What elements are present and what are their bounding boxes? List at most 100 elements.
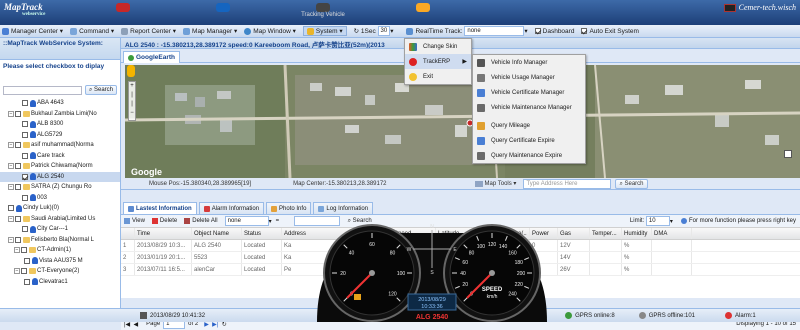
vehicle-icon-blue[interactable] [196, 3, 250, 20]
tree-item[interactable]: − Saudi Arabia(Limited Us [0, 214, 120, 225]
tree-item[interactable]: − asif muhammad(Norma [0, 140, 120, 151]
menu-exit[interactable]: Exit [405, 69, 471, 84]
dashboard-toggle[interactable]: Dashboard [534, 28, 574, 35]
tree-item[interactable]: ALG5729 [0, 130, 120, 141]
expand-icon[interactable]: − [8, 142, 14, 149]
expand-icon[interactable]: − [8, 184, 14, 191]
expand-icon[interactable]: − [8, 236, 14, 243]
left-search-button[interactable]: ⌕ Search [84, 85, 117, 95]
tree-item[interactable]: Care track [0, 151, 120, 162]
column-header[interactable]: Gas [558, 228, 590, 239]
tree-checkbox[interactable] [15, 236, 21, 243]
tree-item[interactable]: − CT-Admin(1) [0, 245, 120, 256]
vehicle-icon [30, 225, 36, 233]
tree-checkbox[interactable] [22, 194, 28, 201]
refresh-control[interactable]: ↻ 1Sec 30 ▾ [354, 26, 393, 36]
tree-checkbox[interactable] [21, 268, 27, 275]
tree-item-label: CT-Everyone(2) [37, 268, 80, 274]
menu-change-skin[interactable]: Change Skin [405, 39, 471, 54]
expand-icon[interactable]: − [8, 215, 14, 222]
tree-checkbox[interactable] [21, 247, 27, 254]
tree-item[interactable]: − Patrick Chiwama(Norm [0, 161, 120, 172]
tree-item[interactable]: 003 [0, 193, 120, 204]
expand-icon[interactable]: − [14, 268, 20, 275]
tree-item[interactable]: ALG 2540 [0, 171, 120, 182]
address-search-button[interactable]: ⌕ Search [615, 178, 648, 189]
limit-select[interactable]: 10 [645, 216, 670, 226]
refresh-select[interactable]: 30 [377, 26, 391, 36]
menu-manager-center[interactable]: Manager Center ▾ [2, 27, 63, 35]
tree-checkbox[interactable] [15, 110, 21, 117]
zoom-control[interactable]: + | | − [128, 81, 136, 121]
tree-checkbox[interactable] [22, 121, 28, 128]
expand-icon[interactable]: − [8, 110, 14, 117]
tree-checkbox[interactable] [24, 278, 30, 285]
expand-icon[interactable]: − [14, 247, 20, 254]
tree-checkbox[interactable] [24, 257, 30, 264]
menu-trackerp[interactable]: TrackERP ▶ [405, 54, 471, 69]
column-header[interactable]: Temper... [590, 228, 622, 239]
tree-checkbox[interactable] [22, 152, 28, 159]
realtime-select[interactable]: none [464, 26, 525, 36]
alarm-count[interactable]: Alarm:1 [725, 312, 756, 319]
auto-exit-toggle[interactable]: Auto Exit System [581, 28, 639, 35]
submenu-item[interactable]: Vehicle Info Manager [473, 55, 585, 70]
menu-report-center[interactable]: Report Center ▾ [121, 27, 176, 35]
vehicle-icon-tracking[interactable]: Tracking Vehicle [296, 3, 350, 20]
tree-checkbox[interactable] [15, 163, 21, 170]
filter-select[interactable]: none [224, 216, 269, 226]
tree-item[interactable]: − Felisberto Bla(Normal L [0, 235, 120, 246]
tree-checkbox[interactable] [15, 142, 21, 149]
menu-system[interactable]: System ▾ [302, 26, 347, 36]
column-header[interactable]: Object Name [192, 228, 242, 239]
tree-checkbox[interactable] [15, 184, 21, 191]
address-input[interactable]: Type Address Here [523, 178, 612, 189]
tree-item[interactable]: City Car---1 [0, 224, 120, 235]
expand-icon[interactable]: − [8, 163, 14, 170]
column-header[interactable]: DMA [652, 228, 692, 239]
menu-command[interactable]: Command ▾ [70, 27, 114, 35]
tree-checkbox[interactable] [22, 226, 28, 233]
tree-checkbox[interactable] [22, 131, 28, 138]
tree-item[interactable]: Cindy Luk)(0) [0, 203, 120, 214]
tree-checkbox[interactable] [22, 173, 28, 180]
column-header[interactable]: Status [242, 228, 282, 239]
tab-photo-info[interactable]: Photo Info [266, 202, 312, 214]
tree-item[interactable]: ALB 8300 [0, 119, 120, 130]
menu-map-window[interactable]: Map Window ▾ [244, 27, 296, 35]
menu-map-manager[interactable]: Map Manager ▾ [183, 27, 237, 35]
column-header[interactable]: Humidity [622, 228, 652, 239]
submenu-item[interactable]: Query Maintenance Expire [473, 148, 585, 163]
dashboard-checkbox[interactable] [534, 28, 541, 34]
tree-item[interactable]: Vista AAU375 M [0, 256, 120, 267]
submenu-item[interactable]: Query Mileage [473, 118, 585, 133]
map-tools-menu[interactable]: Map Tools ▾ [474, 180, 516, 187]
left-search-input[interactable] [3, 85, 82, 95]
tree-item[interactable]: ABA 4643 [0, 98, 120, 109]
tree-item[interactable]: − SATRA (Z) Chungu Ro [0, 182, 120, 193]
submenu-item[interactable]: Query Certificate Expire [473, 133, 585, 148]
tab-googleearth[interactable]: GoogleEarth [123, 51, 181, 63]
tree-checkbox[interactable] [22, 100, 28, 107]
column-header[interactable] [121, 228, 135, 239]
vehicle-icon-yellow[interactable] [396, 3, 450, 20]
submenu-item[interactable]: Vehicle Maintenance Manager [473, 100, 585, 115]
delete-all-button[interactable]: Delete All [184, 218, 218, 224]
tab-latest-information[interactable]: Lastest Information [123, 202, 197, 214]
table-cell: 2013/07/11 16:5... [135, 264, 192, 275]
column-header[interactable]: Time [135, 228, 192, 239]
tree-checkbox[interactable] [8, 205, 14, 212]
submenu-item[interactable]: Vehicle Certificate Manager [473, 85, 585, 100]
tree-checkbox[interactable] [15, 215, 21, 222]
pegman-icon[interactable] [127, 65, 135, 77]
view-button[interactable]: View [124, 218, 145, 224]
submenu-item[interactable]: Vehicle Usage Manager [473, 70, 585, 85]
map-corner-button[interactable] [784, 150, 792, 158]
auto-exit-checkbox[interactable] [581, 28, 588, 34]
delete-button[interactable]: Delete [151, 218, 177, 224]
tree-item[interactable]: Clevatrac1 [0, 277, 120, 288]
tree-item[interactable]: − Bukhaul Zambia Limi(No [0, 109, 120, 120]
vehicle-icon-red[interactable] [96, 3, 150, 20]
tree-item[interactable]: − CT-Everyone(2) [0, 266, 120, 277]
tab-alarm-information[interactable]: Alarm Information [198, 202, 265, 214]
